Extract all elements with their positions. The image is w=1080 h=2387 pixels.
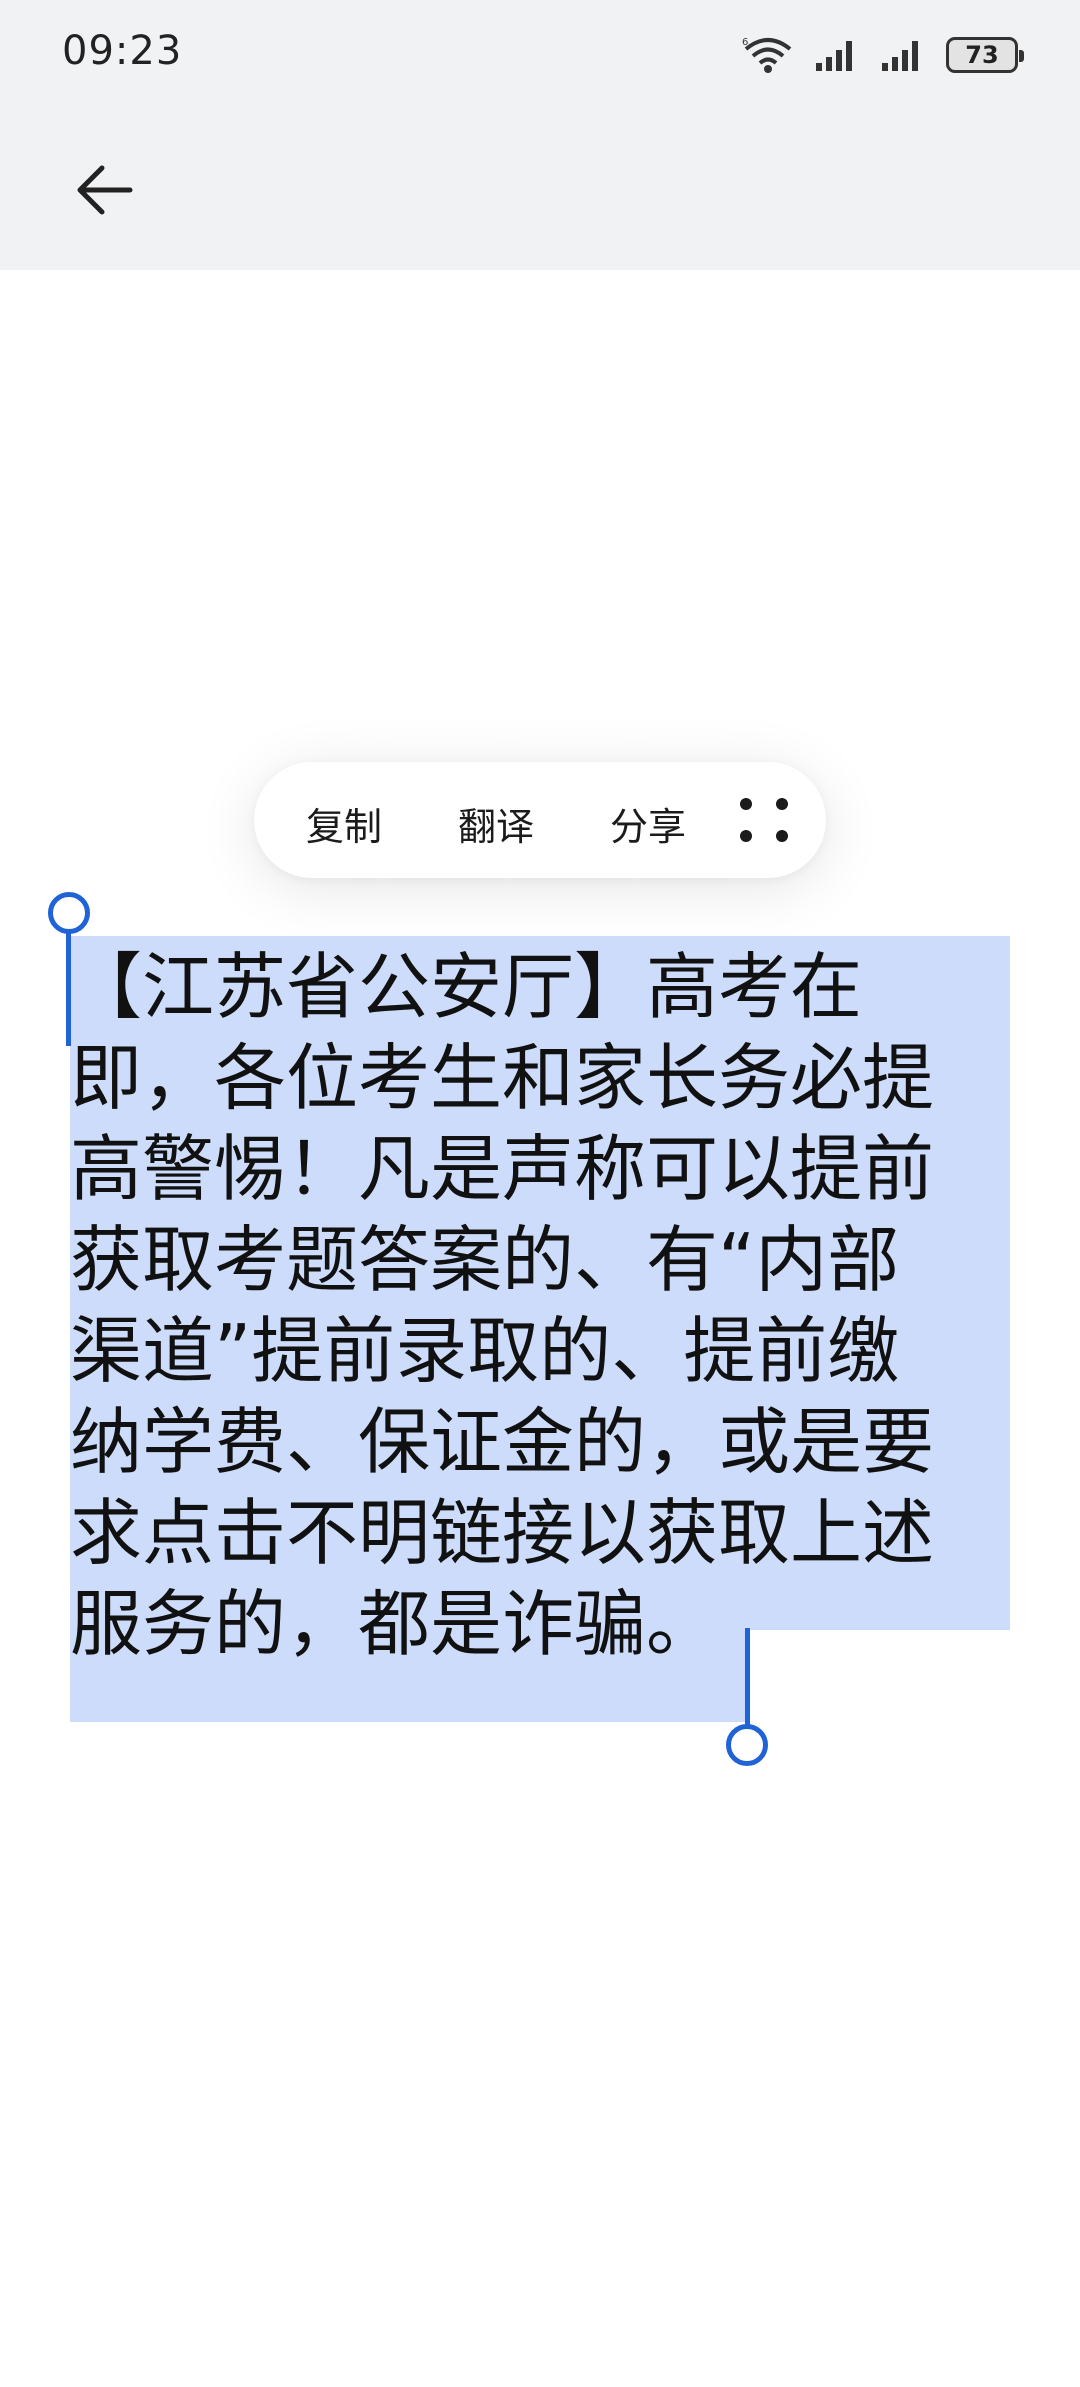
translate-button[interactable]: 翻译 <box>458 796 534 851</box>
message-line: 【江苏省公安厅】高考在 <box>70 945 863 1029</box>
status-time: 09:23 <box>62 28 183 74</box>
message-line: 渠道”提前录取的、提前缴 <box>70 1309 900 1393</box>
message-line: 获取考题答案的、有“内部 <box>70 1218 900 1302</box>
share-button[interactable]: 分享 <box>610 796 686 851</box>
message-line: 服务的，都是诈骗。 <box>70 1582 719 1666</box>
message-line: 求点击不明链接以获取上述 <box>70 1491 935 1575</box>
selection-start-handle[interactable] <box>48 892 90 934</box>
more-dots-icon[interactable] <box>738 794 790 846</box>
app-bar <box>0 110 1080 270</box>
svg-text:6: 6 <box>742 37 748 48</box>
wifi-icon: 6 <box>742 37 792 73</box>
selection-end-handle[interactable] <box>726 1724 768 1766</box>
back-button[interactable] <box>64 150 144 230</box>
cellular-signal-icon <box>882 41 918 71</box>
message-line: 高警惕！凡是声称可以提前 <box>70 1127 935 1211</box>
arrow-left-icon <box>77 165 133 215</box>
message-text[interactable]: 【江苏省公安厅】高考在 即，各位考生和家长务必提 高警惕！凡是声称可以提前 获取… <box>70 942 1010 1670</box>
status-bar: 09:23 6 73 <box>0 0 1080 110</box>
message-line: 纳学费、保证金的，或是要 <box>70 1400 935 1484</box>
cellular-signal-icon <box>816 41 852 71</box>
message-line: 即，各位考生和家长务必提 <box>70 1036 935 1120</box>
status-icons: 6 73 <box>742 30 1024 80</box>
text-selection-toolbar: 复制 翻译 分享 <box>254 762 826 878</box>
battery-icon: 73 <box>946 37 1024 73</box>
copy-button[interactable]: 复制 <box>306 796 382 851</box>
battery-level: 73 <box>965 41 999 69</box>
